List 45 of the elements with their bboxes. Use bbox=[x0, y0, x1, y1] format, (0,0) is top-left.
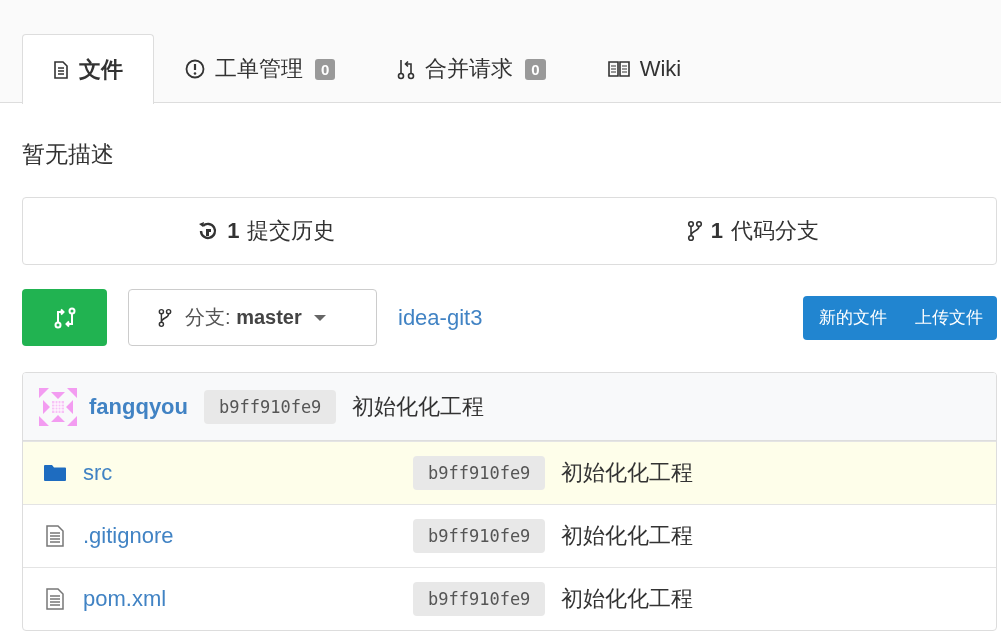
branch-dropdown[interactable]: 分支: master bbox=[128, 289, 377, 346]
commit-message: 初始化化工程 bbox=[561, 459, 694, 487]
branch-icon bbox=[157, 307, 173, 328]
folder-icon bbox=[43, 464, 67, 482]
tab[interactable]: 工单管理 0 bbox=[154, 34, 367, 103]
commit-hash[interactable]: b9ff910fe9 bbox=[204, 389, 337, 424]
file-action-button[interactable]: 新的文件 bbox=[803, 295, 901, 340]
file-row[interactable]: pom.xml b9ff910fe9 初始化化工程 bbox=[23, 567, 996, 630]
commit-hash[interactable]: b9ff910fe9 bbox=[413, 582, 546, 616]
file-row[interactable]: src b9ff910fe9 初始化化工程 bbox=[23, 441, 996, 504]
book-icon bbox=[607, 60, 630, 78]
repo-description: 暂无描述 bbox=[22, 140, 115, 169]
file-name-link[interactable]: .gitignore bbox=[83, 523, 413, 549]
file-action-button[interactable]: 上传文件 bbox=[901, 295, 997, 340]
document-icon bbox=[53, 60, 69, 79]
branch-icon bbox=[686, 220, 703, 242]
document-icon bbox=[45, 588, 65, 610]
stat-link[interactable]: 1 提交历史 bbox=[197, 216, 336, 246]
document-icon bbox=[45, 525, 65, 547]
count-badge: 0 bbox=[315, 58, 336, 80]
tab-label: 文件 bbox=[79, 55, 123, 84]
avatar-icon bbox=[39, 387, 77, 426]
tab[interactable]: Wiki bbox=[576, 34, 713, 103]
repo-link[interactable]: idea-git3 bbox=[398, 304, 483, 331]
commit-message: 初始化化工程 bbox=[561, 585, 694, 613]
file-name-link[interactable]: src bbox=[83, 460, 413, 486]
pull-request-icon bbox=[397, 58, 416, 80]
count-badge: 0 bbox=[525, 58, 546, 80]
file-row[interactable]: .gitignore b9ff910fe9 初始化化工程 bbox=[23, 504, 996, 567]
tab-label: 合并请求 bbox=[425, 55, 514, 83]
author-link[interactable]: fangqyou bbox=[89, 393, 188, 420]
caret-icon bbox=[313, 313, 326, 322]
alert-circle-icon bbox=[185, 59, 205, 79]
compare-button[interactable] bbox=[22, 289, 107, 346]
tab-label: 工单管理 bbox=[215, 55, 303, 83]
commit-message: 初始化化工程 bbox=[352, 392, 485, 421]
commit-hash[interactable]: b9ff910fe9 bbox=[413, 519, 546, 553]
tab[interactable]: 文件 bbox=[22, 34, 154, 104]
tab-label: Wiki bbox=[639, 56, 682, 82]
commit-hash[interactable]: b9ff910fe9 bbox=[413, 456, 546, 490]
swap-arrows-icon bbox=[53, 306, 76, 329]
file-name-link[interactable]: pom.xml bbox=[83, 586, 413, 612]
stat-link[interactable]: 1 代码分支 bbox=[686, 216, 819, 246]
tab[interactable]: 合并请求 0 bbox=[366, 34, 577, 103]
commit-message: 初始化化工程 bbox=[561, 522, 694, 550]
